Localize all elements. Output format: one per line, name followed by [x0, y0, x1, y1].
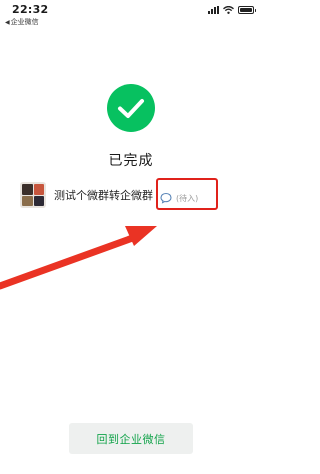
back-to-app-link[interactable]: ◀ 企业微信 [5, 17, 39, 27]
status-bar: 22:32 ◀ 企业微信 [0, 0, 262, 30]
return-to-wework-button[interactable]: 回到企业微信 [69, 423, 193, 454]
success-check-icon [107, 84, 155, 132]
battery-icon [238, 6, 256, 14]
back-app-label: 企业微信 [10, 18, 39, 26]
highlight-box [156, 178, 218, 210]
group-row: 测试个微群转企微群 [20, 181, 154, 209]
group-avatar [20, 182, 46, 208]
system-icons [208, 6, 256, 14]
completed-title: 已完成 [108, 153, 154, 169]
group-name: 测试个微群转企微群 [54, 189, 153, 202]
signal-icon [208, 6, 219, 14]
wifi-icon [223, 6, 234, 14]
annotation-arrow [0, 226, 157, 290]
status-time: 22:32 [12, 3, 49, 16]
back-triangle-icon: ◀ [5, 18, 10, 26]
